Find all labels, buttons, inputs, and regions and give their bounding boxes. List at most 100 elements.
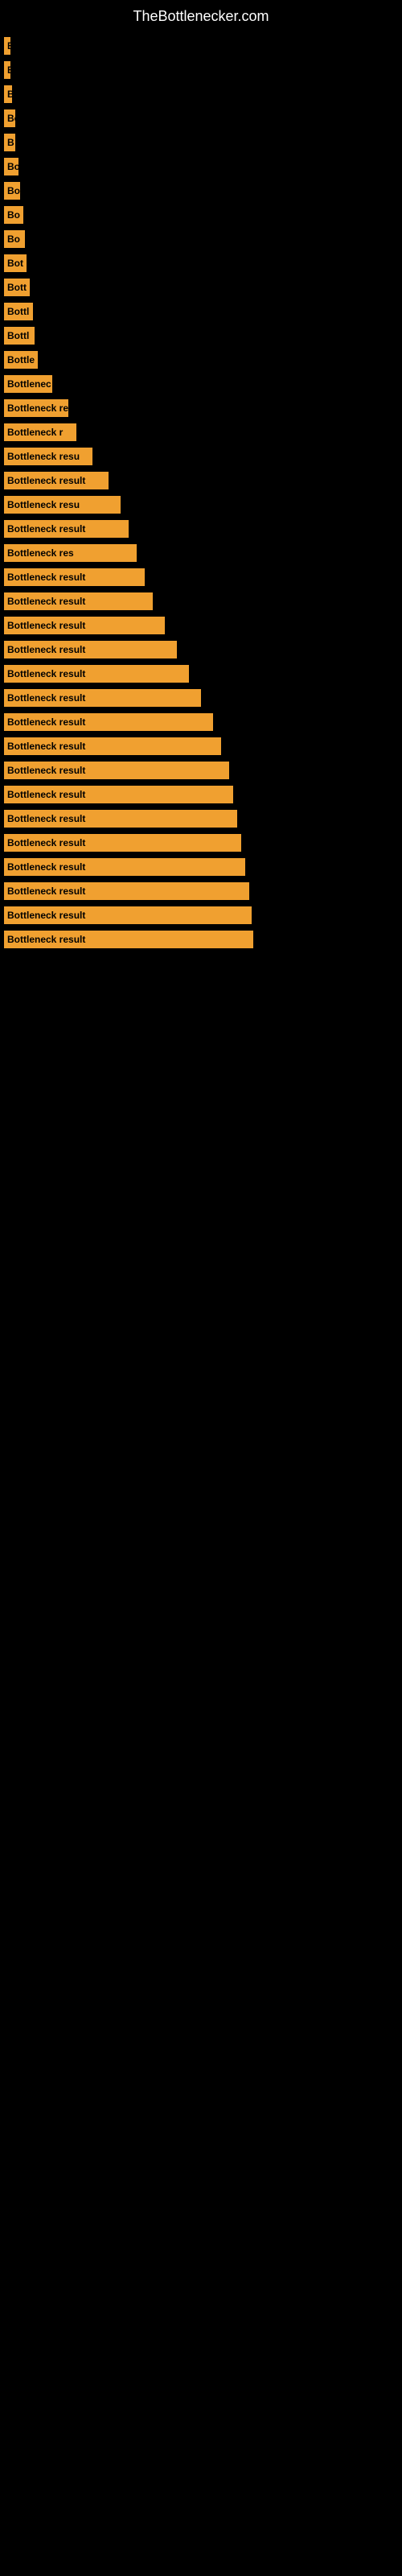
bar-item: Bottleneck result [4, 834, 241, 852]
bar-label: Bot [7, 258, 23, 269]
bar-item: B [4, 37, 10, 55]
bar-row: Bottleneck result [4, 737, 398, 755]
bar-row: B [4, 37, 398, 55]
bar-item: Bottleneck result [4, 713, 213, 731]
bar-label: Bottleneck result [7, 620, 85, 631]
bar-label: Bottleneck result [7, 765, 85, 776]
bar-label: Bottleneck result [7, 934, 85, 945]
bar-label: Bo [7, 185, 20, 196]
bar-row: Bottleneck res [4, 399, 398, 417]
bar-item: Bo [4, 182, 20, 200]
bar-row: Bottleneck result [4, 665, 398, 683]
bar-item: Bottleneck result [4, 617, 165, 634]
bar-row: Bottleneck result [4, 520, 398, 538]
bar-label: Bottleneck result [7, 475, 85, 486]
bar-row: Bo [4, 158, 398, 175]
bar-item: Bottleneck result [4, 786, 233, 803]
bar-row: Bottleneck result [4, 592, 398, 610]
bar-row: Bottl [4, 303, 398, 320]
bar-label: Bottleneck result [7, 741, 85, 752]
bar-label: Bottle [7, 354, 35, 365]
bar-label: Bottleneck result [7, 886, 85, 897]
bar-label: Bottleneck result [7, 789, 85, 800]
bar-row: Bottleneck result [4, 810, 398, 828]
bar-label: Bo [7, 233, 20, 245]
bar-row: Bottleneck result [4, 931, 398, 948]
bar-row: Bottleneck result [4, 568, 398, 586]
bar-row: Bottle [4, 351, 398, 369]
bar-label: Bottleneck result [7, 644, 85, 655]
bar-label: Bottleneck result [7, 716, 85, 728]
bar-item: Bottle [4, 351, 38, 369]
bar-label: Bottleneck res [7, 547, 74, 559]
bar-row: Bottleneck result [4, 834, 398, 852]
bar-row: Bottleneck result [4, 641, 398, 658]
bar-row: Bottleneck result [4, 617, 398, 634]
bar-label: Bottleneck resu [7, 499, 80, 510]
bar-item: Bottl [4, 327, 35, 345]
bar-item: Bo [4, 158, 18, 175]
bar-label: Bottleneck result [7, 837, 85, 848]
bar-label: Bottleneck resu [7, 451, 80, 462]
bar-row: Bottl [4, 327, 398, 345]
bar-label: Bo [7, 209, 20, 221]
bar-label: B [7, 64, 10, 76]
bar-item: B [4, 61, 10, 79]
bar-item: Bottleneck result [4, 592, 153, 610]
bar-item: Bottleneck result [4, 810, 237, 828]
bar-item: B [4, 85, 12, 103]
bar-label: Bo [7, 161, 18, 172]
bar-label: Bottleneck result [7, 861, 85, 873]
bar-row: Bottleneck result [4, 762, 398, 779]
bar-item: Bottleneck result [4, 858, 245, 876]
bar-row: Bot [4, 254, 398, 272]
bar-row: Bottleneck result [4, 858, 398, 876]
bar-row: B [4, 61, 398, 79]
bar-item: Bottleneck result [4, 568, 145, 586]
bar-label: Bottleneck result [7, 523, 85, 535]
bar-label: B [7, 137, 14, 148]
bar-item: Bott [4, 279, 30, 296]
bar-row: Bottleneck result [4, 786, 398, 803]
bar-row: Bottleneck result [4, 713, 398, 731]
bar-item: Bottleneck res [4, 544, 137, 562]
bar-label: Bottl [7, 306, 29, 317]
bar-item: Bottleneck result [4, 472, 109, 489]
bar-item: Bottl [4, 303, 33, 320]
bar-item: Bottleneck r [4, 423, 76, 441]
bar-label: Bottleneck result [7, 813, 85, 824]
bar-label: Bo [7, 113, 15, 124]
bar-item: Bottleneck result [4, 906, 252, 924]
bar-row: B [4, 85, 398, 103]
bar-label: Bottleneck result [7, 596, 85, 607]
bar-label: Bottleneck result [7, 572, 85, 583]
bar-row: Bo [4, 206, 398, 224]
bar-row: Bottleneck result [4, 689, 398, 707]
bar-row: Bott [4, 279, 398, 296]
bar-row: Bottleneck resu [4, 448, 398, 465]
bar-label: Bottlenec [7, 378, 51, 390]
bar-item: Bottleneck result [4, 762, 229, 779]
bar-row: Bo [4, 109, 398, 127]
bar-row: Bottleneck res [4, 544, 398, 562]
bar-label: Bottleneck res [7, 402, 68, 414]
bar-row: Bottleneck r [4, 423, 398, 441]
bar-item: Bottlenec [4, 375, 52, 393]
bar-item: Bottleneck resu [4, 448, 92, 465]
bar-item: Bottleneck result [4, 520, 129, 538]
bar-item: Bot [4, 254, 27, 272]
bar-label: Bottl [7, 330, 29, 341]
bars-container: BBBBoBBoBoBoBoBotBottBottlBottlBottleBot… [0, 29, 402, 963]
bar-label: Bott [7, 282, 27, 293]
bar-item: Bottleneck result [4, 931, 253, 948]
bar-item: Bottleneck resu [4, 496, 121, 514]
bar-row: Bottleneck result [4, 472, 398, 489]
bar-row: Bottleneck result [4, 882, 398, 900]
bar-label: Bottleneck result [7, 668, 85, 679]
bar-label: B [7, 89, 12, 100]
bar-item: Bottleneck res [4, 399, 68, 417]
bar-item: B [4, 134, 15, 151]
bar-item: Bo [4, 109, 15, 127]
bar-row: Bo [4, 182, 398, 200]
bar-row: Bottlenec [4, 375, 398, 393]
